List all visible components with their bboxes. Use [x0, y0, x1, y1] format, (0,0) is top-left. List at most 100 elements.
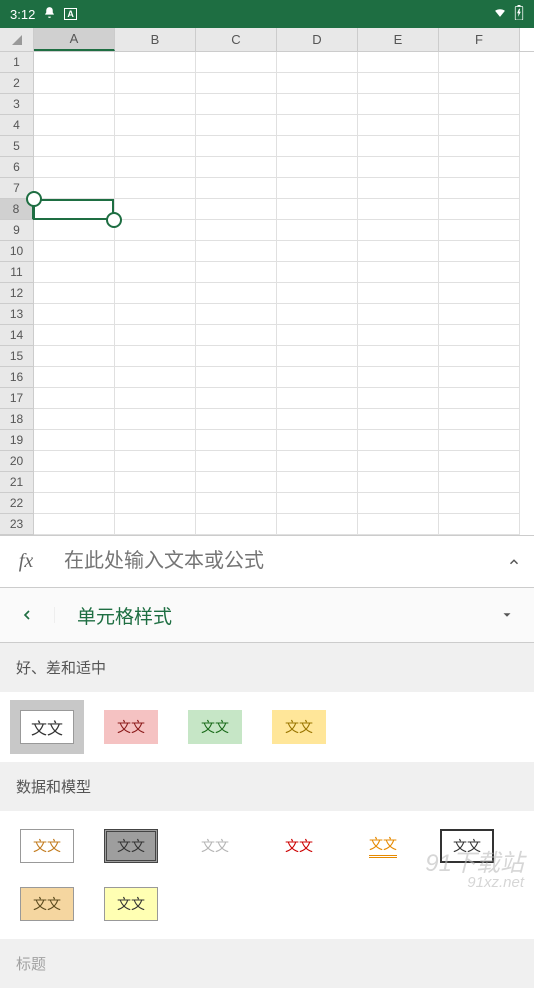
- cell[interactable]: [277, 241, 358, 262]
- cell[interactable]: [115, 115, 196, 136]
- cell[interactable]: [196, 493, 277, 514]
- cell[interactable]: [277, 472, 358, 493]
- cell[interactable]: [34, 136, 115, 157]
- cell[interactable]: [439, 94, 520, 115]
- cell[interactable]: [277, 514, 358, 535]
- cell[interactable]: [439, 346, 520, 367]
- cell[interactable]: [34, 451, 115, 472]
- row-header-17[interactable]: 17: [0, 388, 34, 409]
- cell[interactable]: [196, 136, 277, 157]
- cell[interactable]: [277, 136, 358, 157]
- cell[interactable]: [115, 493, 196, 514]
- cell[interactable]: [34, 304, 115, 325]
- cell[interactable]: [34, 220, 115, 241]
- cell[interactable]: [34, 157, 115, 178]
- cell[interactable]: [439, 451, 520, 472]
- cell[interactable]: [358, 136, 439, 157]
- cell[interactable]: [358, 346, 439, 367]
- cell[interactable]: [277, 262, 358, 283]
- cell[interactable]: [115, 241, 196, 262]
- cell[interactable]: [439, 199, 520, 220]
- data-swatch-3[interactable]: 文文: [272, 829, 326, 863]
- cell[interactable]: [196, 304, 277, 325]
- cell[interactable]: [358, 199, 439, 220]
- cell[interactable]: [439, 367, 520, 388]
- cell[interactable]: [358, 493, 439, 514]
- row-header-3[interactable]: 3: [0, 94, 34, 115]
- cell[interactable]: [439, 136, 520, 157]
- selection-handle-bottom-right[interactable]: [106, 212, 122, 228]
- cell[interactable]: [34, 262, 115, 283]
- data-swatch-5[interactable]: 文文: [440, 829, 494, 863]
- col-header-b[interactable]: B: [115, 28, 196, 51]
- cell[interactable]: [439, 73, 520, 94]
- cell[interactable]: [277, 52, 358, 73]
- row-header-5[interactable]: 5: [0, 136, 34, 157]
- cell[interactable]: [439, 430, 520, 451]
- cell[interactable]: [196, 388, 277, 409]
- cell[interactable]: [358, 262, 439, 283]
- cell[interactable]: [358, 94, 439, 115]
- cell[interactable]: [34, 514, 115, 535]
- cell[interactable]: [439, 409, 520, 430]
- cell[interactable]: [358, 409, 439, 430]
- row-header-9[interactable]: 9: [0, 220, 34, 241]
- neutral-swatch-2[interactable]: 文文: [188, 710, 242, 744]
- cell[interactable]: [115, 52, 196, 73]
- cell[interactable]: [196, 115, 277, 136]
- formula-expand-button[interactable]: [494, 555, 534, 569]
- cell[interactable]: [358, 514, 439, 535]
- cell[interactable]: [115, 283, 196, 304]
- cell[interactable]: [196, 199, 277, 220]
- cell[interactable]: [439, 304, 520, 325]
- cell[interactable]: [115, 430, 196, 451]
- cell[interactable]: [439, 262, 520, 283]
- cell[interactable]: [34, 199, 115, 220]
- row-header-4[interactable]: 4: [0, 115, 34, 136]
- cell[interactable]: [358, 472, 439, 493]
- cell[interactable]: [196, 346, 277, 367]
- select-all-corner[interactable]: [0, 28, 34, 51]
- cell[interactable]: [34, 94, 115, 115]
- row-header-16[interactable]: 16: [0, 367, 34, 388]
- row-header-21[interactable]: 21: [0, 472, 34, 493]
- cell[interactable]: [358, 52, 439, 73]
- cell[interactable]: [277, 94, 358, 115]
- cell[interactable]: [358, 304, 439, 325]
- cell[interactable]: [277, 220, 358, 241]
- data-swatch-2[interactable]: 文文: [188, 829, 242, 863]
- cell[interactable]: [358, 73, 439, 94]
- col-header-d[interactable]: D: [277, 28, 358, 51]
- cell[interactable]: [277, 409, 358, 430]
- cell[interactable]: [196, 94, 277, 115]
- row-header-23[interactable]: 23: [0, 514, 34, 535]
- cell[interactable]: [34, 73, 115, 94]
- row-header-10[interactable]: 10: [0, 241, 34, 262]
- cell[interactable]: [439, 325, 520, 346]
- cell[interactable]: [358, 115, 439, 136]
- cell[interactable]: [34, 346, 115, 367]
- ribbon-back-button[interactable]: [0, 607, 55, 623]
- cell[interactable]: [277, 493, 358, 514]
- cell[interactable]: [358, 430, 439, 451]
- data-swatch-4[interactable]: 文文: [356, 829, 410, 863]
- cell[interactable]: [277, 178, 358, 199]
- row-header-20[interactable]: 20: [0, 451, 34, 472]
- data-swatch-7[interactable]: 文文: [104, 887, 158, 921]
- cell[interactable]: [34, 367, 115, 388]
- row-header-19[interactable]: 19: [0, 430, 34, 451]
- cell[interactable]: [439, 283, 520, 304]
- styles-panel[interactable]: 好、差和适中 文文文文文文文文 数据和模型 文文文文文文文文文文文文文文文文 标…: [0, 643, 534, 988]
- row-header-22[interactable]: 22: [0, 493, 34, 514]
- neutral-swatch-0[interactable]: 文文: [10, 700, 84, 754]
- data-swatch-6[interactable]: 文文: [20, 887, 74, 921]
- cell[interactable]: [115, 367, 196, 388]
- cell[interactable]: [196, 367, 277, 388]
- cell[interactable]: [358, 283, 439, 304]
- cell[interactable]: [115, 199, 196, 220]
- cell[interactable]: [34, 472, 115, 493]
- data-swatch-1[interactable]: 文文: [104, 829, 158, 863]
- cell[interactable]: [196, 220, 277, 241]
- cell[interactable]: [196, 52, 277, 73]
- cell[interactable]: [115, 304, 196, 325]
